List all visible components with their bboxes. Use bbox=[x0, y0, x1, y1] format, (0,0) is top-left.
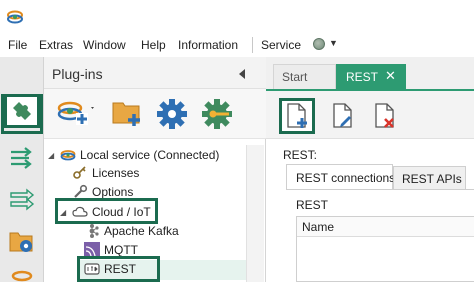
kafka-icon bbox=[84, 223, 100, 239]
subtab-label: REST APIs bbox=[402, 172, 462, 186]
plugins-button-highlight bbox=[1, 94, 43, 134]
edit-connection-button[interactable] bbox=[325, 98, 361, 134]
menu-help[interactable]: Help bbox=[141, 38, 166, 52]
tree-item-licenses[interactable]: Licenses bbox=[72, 164, 139, 182]
plugins-panel-title: Plug-ins bbox=[52, 66, 103, 82]
folder-add-icon bbox=[112, 102, 140, 126]
key-icon bbox=[72, 165, 88, 181]
menu-separator bbox=[252, 37, 253, 53]
tree-item-label: Apache Kafka bbox=[104, 224, 179, 238]
tab-rest-label: REST bbox=[346, 70, 379, 84]
rest-item-highlight bbox=[77, 256, 160, 282]
delete-connection-button[interactable] bbox=[367, 98, 403, 134]
content-heading: REST: bbox=[283, 148, 318, 162]
tree-item-label: Licenses bbox=[92, 166, 140, 180]
settings-button[interactable] bbox=[155, 97, 189, 131]
service-logo-icon bbox=[11, 270, 33, 282]
new-connection-button[interactable] bbox=[279, 98, 315, 134]
tree-item-label: Local service (Connected) bbox=[80, 148, 220, 162]
license-settings-button[interactable] bbox=[200, 97, 238, 131]
new-document-icon bbox=[287, 103, 307, 128]
menu-extras[interactable]: Extras bbox=[39, 38, 73, 52]
cloud-iot-highlight bbox=[55, 198, 158, 224]
menu-window[interactable]: Window bbox=[83, 38, 126, 52]
arrows-button[interactable] bbox=[4, 141, 40, 175]
config-button[interactable] bbox=[4, 224, 40, 258]
add-service-icon bbox=[57, 101, 94, 125]
status-indicator-icon[interactable] bbox=[313, 38, 325, 50]
local-service-icon bbox=[60, 147, 76, 163]
chevron-down-icon[interactable]: ▼ bbox=[329, 38, 338, 48]
tree-scrollbar[interactable] bbox=[246, 145, 264, 282]
add-folder-button[interactable] bbox=[110, 97, 144, 129]
services-button[interactable] bbox=[4, 262, 40, 282]
gear-icon bbox=[157, 99, 187, 129]
folder-gear-icon bbox=[9, 232, 33, 252]
tree-item-label: Options bbox=[92, 185, 134, 199]
outline-arrows-button[interactable] bbox=[4, 183, 40, 217]
expand-triangle-icon[interactable]: ◢ bbox=[48, 151, 58, 160]
menu-information[interactable]: Information bbox=[178, 38, 238, 52]
tree-item-apache-kafka[interactable]: Apache Kafka bbox=[84, 222, 179, 240]
subtab-label: REST connections bbox=[296, 171, 396, 185]
delete-document-icon bbox=[375, 103, 394, 128]
app-logo-icon bbox=[6, 8, 24, 26]
subtab-divider bbox=[286, 189, 474, 190]
close-icon[interactable]: ✕ bbox=[385, 68, 396, 84]
title-bar bbox=[0, 0, 474, 34]
menu-file[interactable]: File bbox=[8, 38, 27, 52]
add-service-button[interactable] bbox=[54, 95, 96, 129]
edit-document-icon bbox=[333, 103, 352, 128]
tree-item-local-service[interactable]: ◢ Local service (Connected) bbox=[48, 146, 219, 164]
column-header-label: Name bbox=[302, 220, 335, 234]
menu-service[interactable]: Service bbox=[261, 38, 301, 52]
gear-key-icon bbox=[202, 99, 232, 129]
collapse-panel-icon[interactable] bbox=[239, 69, 245, 79]
tree-item-label: MQTT bbox=[104, 243, 138, 257]
section-label: REST bbox=[296, 198, 329, 212]
outline-arrows-icon bbox=[10, 188, 35, 211]
tab-start-label: Start bbox=[282, 70, 308, 84]
arrows-right-icon bbox=[11, 147, 32, 169]
